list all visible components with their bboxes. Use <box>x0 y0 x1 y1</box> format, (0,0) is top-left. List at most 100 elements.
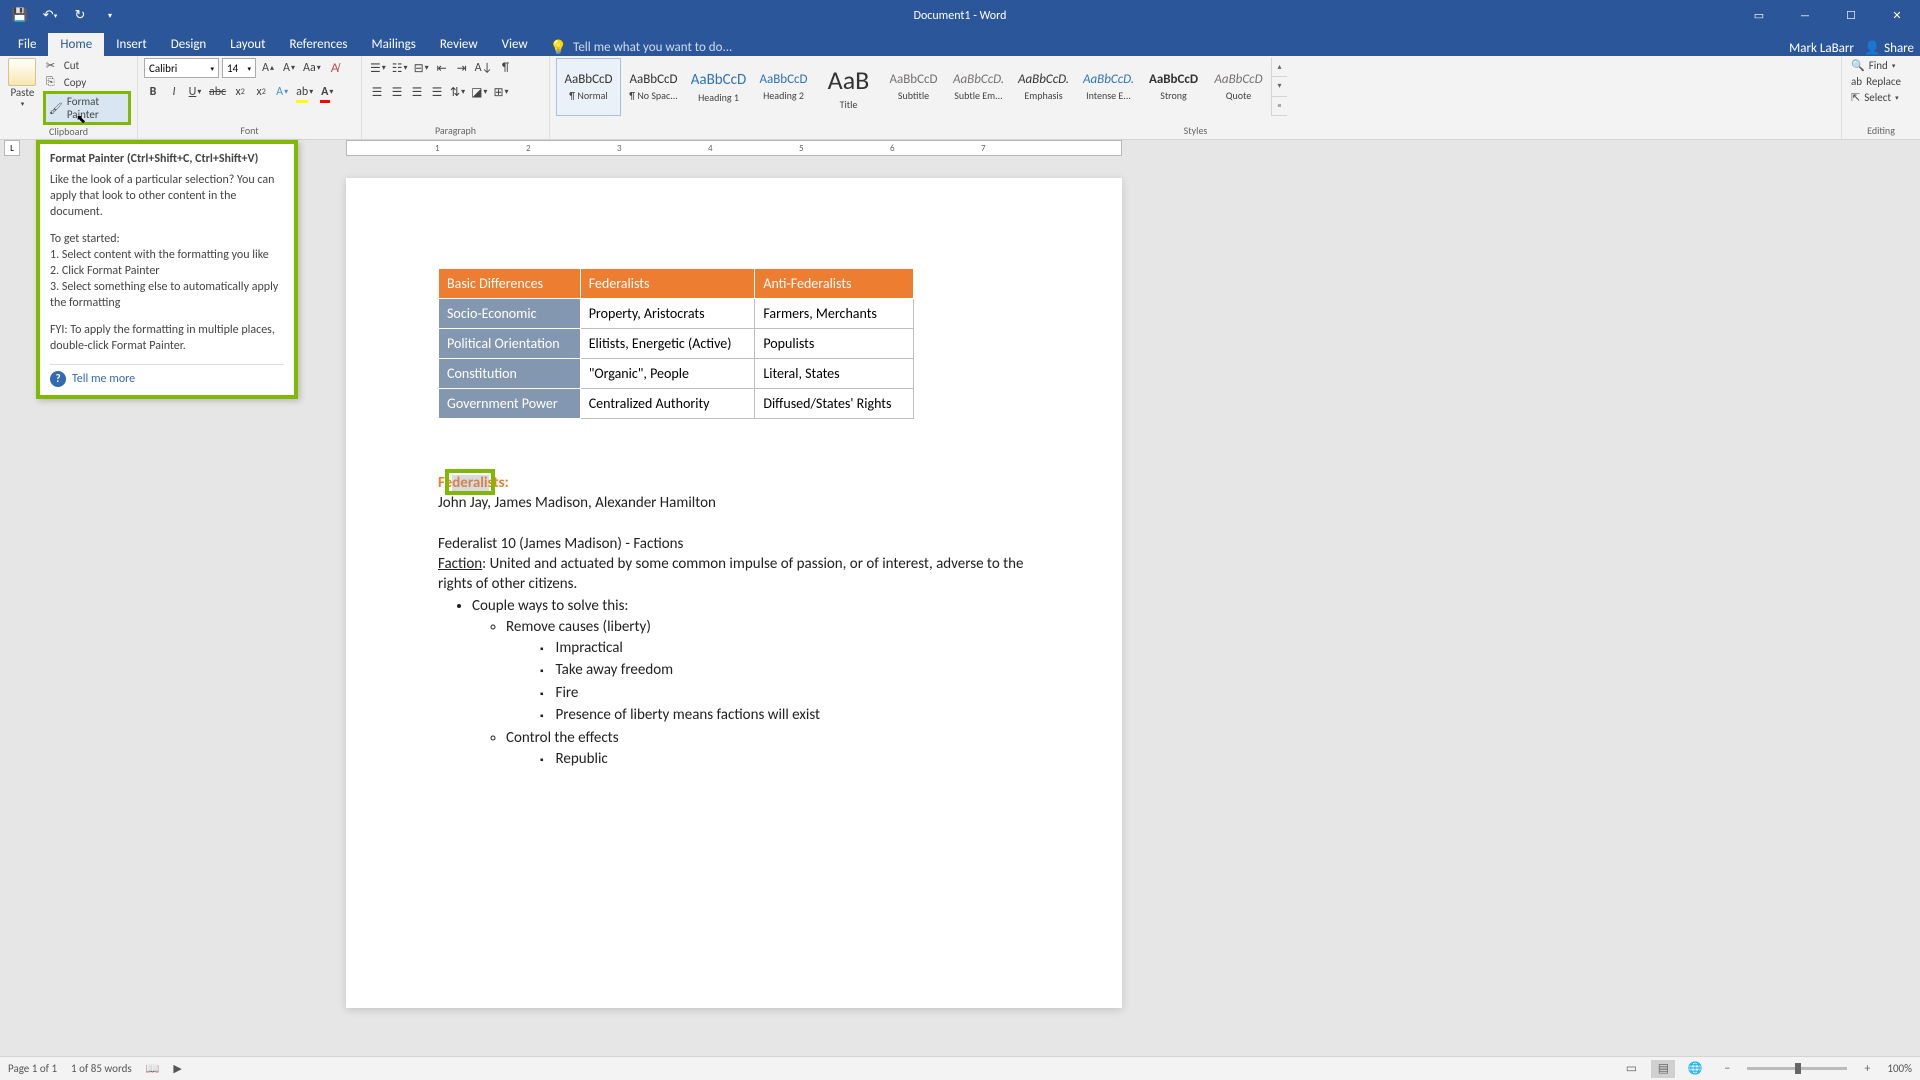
format-painter-button[interactable]: 🖌Format Painter <box>43 91 131 125</box>
shrink-font-icon[interactable]: A▾ <box>280 58 298 78</box>
tab-selector[interactable]: L <box>4 140 20 156</box>
replace-button[interactable]: abReplace <box>1848 74 1914 89</box>
font-name-combo[interactable]: Calibri▾ <box>144 58 219 78</box>
table-cell[interactable]: Populists <box>755 329 914 359</box>
tell-me-more-link[interactable]: ? Tell me more <box>50 364 284 387</box>
macro-icon[interactable]: ▶ <box>173 1062 181 1075</box>
line-spacing-icon[interactable]: ⇅▾ <box>448 82 467 102</box>
vertical-ruler[interactable] <box>4 160 20 1050</box>
tab-file[interactable]: File <box>6 33 48 56</box>
bullets-icon[interactable]: ☰▾ <box>368 58 388 78</box>
word-count[interactable]: 1 of 85 words <box>71 1062 132 1075</box>
clear-formatting-icon[interactable]: A̸ <box>326 58 344 78</box>
underline-icon[interactable]: U▾ <box>186 82 204 102</box>
justify-icon[interactable]: ☰ <box>428 82 446 102</box>
paste-button[interactable]: Paste ▾ <box>6 58 39 108</box>
style-heading-1[interactable]: AaBbCcDHeading 1 <box>686 58 751 116</box>
minimize-icon[interactable]: — <box>1782 0 1828 31</box>
undo-icon[interactable]: ↶▾ <box>40 6 60 26</box>
zoom-out-icon[interactable]: − <box>1715 1060 1739 1078</box>
sort-icon[interactable]: A↓ <box>473 58 495 78</box>
print-layout-icon[interactable]: ▤ <box>1651 1060 1675 1078</box>
tab-design[interactable]: Design <box>159 33 218 56</box>
subscript-icon[interactable]: x2 <box>231 82 249 102</box>
style---normal[interactable]: AaBbCcD¶ Normal <box>556 58 621 116</box>
strikethrough-icon[interactable]: abc <box>207 82 228 102</box>
zoom-level[interactable]: 100% <box>1887 1062 1912 1075</box>
styles-more-icon[interactable]: ≡ <box>1272 97 1287 116</box>
tab-insert[interactable]: Insert <box>104 33 159 56</box>
style-subtle-em---[interactable]: AaBbCcD.Subtle Em... <box>946 58 1011 116</box>
table-cell[interactable]: "Organic", People <box>580 359 755 389</box>
italic-icon[interactable]: I <box>165 82 183 102</box>
qat-customize-icon[interactable]: ▾ <box>100 6 120 26</box>
user-name[interactable]: Mark LaBarr <box>1789 41 1854 56</box>
zoom-thumb[interactable] <box>1795 1063 1801 1074</box>
ribbon-display-icon[interactable]: ▭ <box>1736 0 1782 31</box>
spellcheck-icon[interactable]: 📖 <box>146 1062 160 1075</box>
superscript-icon[interactable]: x2 <box>252 82 270 102</box>
document-page[interactable]: Basic DifferencesFederalistsAnti-Federal… <box>346 178 1122 1008</box>
tab-references[interactable]: References <box>278 33 360 56</box>
table-cell[interactable]: Farmers, Merchants <box>755 299 914 329</box>
comparison-table[interactable]: Basic DifferencesFederalistsAnti-Federal… <box>438 268 914 419</box>
show-marks-icon[interactable]: ¶ <box>496 58 514 78</box>
bold-icon[interactable]: B <box>144 82 162 102</box>
tab-view[interactable]: View <box>490 33 540 56</box>
style-emphasis[interactable]: AaBbCcD.Emphasis <box>1011 58 1076 116</box>
multilevel-list-icon[interactable]: ⊟▾ <box>412 58 431 78</box>
align-left-icon[interactable]: ☰ <box>368 82 386 102</box>
page-indicator[interactable]: Page 1 of 1 <box>8 1062 57 1075</box>
grow-font-icon[interactable]: A▴ <box>259 58 277 78</box>
style-intense-e---[interactable]: AaBbCcD.Intense E... <box>1076 58 1141 116</box>
table-cell[interactable]: Elitists, Energetic (Active) <box>580 329 755 359</box>
decrease-indent-icon[interactable]: ⇤ <box>433 58 451 78</box>
align-right-icon[interactable]: ☰ <box>408 82 426 102</box>
tab-home[interactable]: Home <box>48 33 104 56</box>
numbering-icon[interactable]: ☷▾ <box>390 58 410 78</box>
find-button[interactable]: 🔍Find▾ <box>1848 58 1914 73</box>
tab-review[interactable]: Review <box>428 33 490 56</box>
font-size-combo[interactable]: 14▾ <box>222 58 256 78</box>
style-title[interactable]: AaBTitle <box>816 58 881 116</box>
zoom-in-icon[interactable]: + <box>1855 1060 1879 1078</box>
shading-icon[interactable]: ◪▾ <box>469 82 489 102</box>
text-effects-icon[interactable]: A▾ <box>273 82 291 102</box>
table-cell[interactable]: Government Power <box>439 389 581 419</box>
table-cell[interactable]: Constitution <box>439 359 581 389</box>
close-icon[interactable]: ✕ <box>1874 0 1920 31</box>
table-cell[interactable]: Property, Aristocrats <box>580 299 755 329</box>
style-subtitle[interactable]: AaBbCcDSubtitle <box>881 58 946 116</box>
styles-up-icon[interactable]: ▴ <box>1272 58 1287 77</box>
share-button[interactable]: 👤 Share <box>1864 41 1914 56</box>
tell-me-search[interactable]: 💡 Tell me what you want to do... <box>550 39 733 56</box>
zoom-slider[interactable] <box>1747 1067 1847 1070</box>
table-cell[interactable]: Literal, States <box>755 359 914 389</box>
highlight-icon[interactable]: ab▾ <box>294 82 315 102</box>
save-icon[interactable]: 💾 <box>10 6 30 26</box>
horizontal-ruler[interactable]: 1234567 <box>346 140 1122 156</box>
copy-button[interactable]: ⎘Copy <box>43 74 131 90</box>
redo-icon[interactable]: ↻ <box>70 6 90 26</box>
table-cell[interactable]: Socio-Economic <box>439 299 581 329</box>
table-cell[interactable]: Centralized Authority <box>580 389 755 419</box>
document-body[interactable]: Federalists: John Jay, James Madison, Al… <box>438 473 1030 773</box>
style-heading-2[interactable]: AaBbCcDHeading 2 <box>751 58 816 116</box>
tab-layout[interactable]: Layout <box>218 33 277 56</box>
align-center-icon[interactable]: ☰ <box>388 82 406 102</box>
increase-indent-icon[interactable]: ⇥ <box>453 58 471 78</box>
maximize-icon[interactable]: ☐ <box>1828 0 1874 31</box>
styles-down-icon[interactable]: ▾ <box>1272 77 1287 96</box>
table-cell[interactable]: Diffused/States' Rights <box>755 389 914 419</box>
read-mode-icon[interactable]: ▭ <box>1619 1060 1643 1078</box>
tab-mailings[interactable]: Mailings <box>360 33 428 56</box>
select-button[interactable]: ⇱Select▾ <box>1848 90 1914 105</box>
web-layout-icon[interactable]: 🌐 <box>1683 1060 1707 1078</box>
style---no-spac---[interactable]: AaBbCcD¶ No Spac... <box>621 58 686 116</box>
style-strong[interactable]: AaBbCcDStrong <box>1141 58 1206 116</box>
font-color-icon[interactable]: A▾ <box>318 82 336 102</box>
table-cell[interactable]: Political Orientation <box>439 329 581 359</box>
change-case-icon[interactable]: Aa▾ <box>301 58 323 78</box>
cut-button[interactable]: ✂Cut <box>43 58 131 73</box>
borders-icon[interactable]: ⊞▾ <box>491 82 510 102</box>
